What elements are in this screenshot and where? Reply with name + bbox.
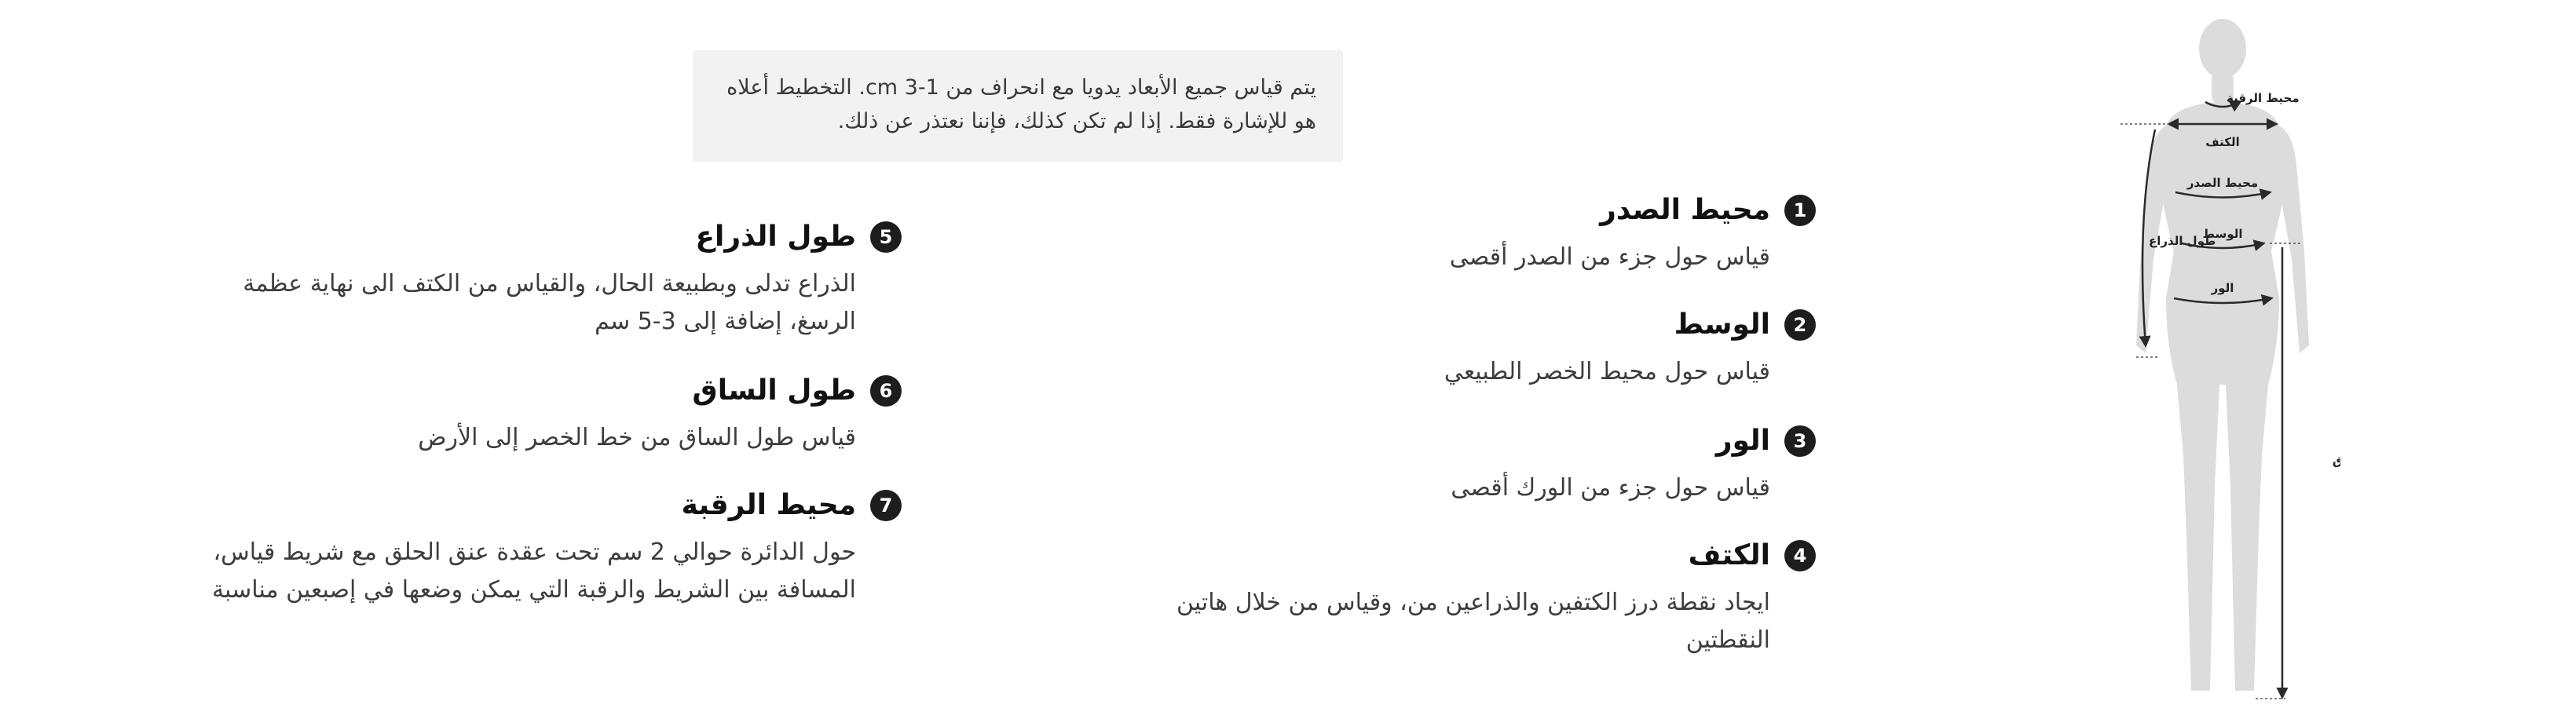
- number-badge: 3: [1784, 425, 1816, 457]
- item-description: حول الدائرة حوالي 2 سم تحت عقدة عنق الحل…: [195, 534, 856, 609]
- item-title: محيط الرقبة: [681, 489, 856, 521]
- hip-label: الور: [2211, 281, 2234, 295]
- item-description-line-2: النقطتين: [1685, 626, 1770, 654]
- item-header: 7 محيط الرقبة: [195, 488, 902, 523]
- leg-length-label: طول الساق: [2333, 454, 2340, 468]
- item-description: قياس طول الساق من خط الخصر إلى الأرض: [418, 424, 856, 451]
- item-description-line-1: الذراع تدلى وبطبيعة الحال، والقياس من ال…: [243, 270, 856, 297]
- item-header: 4 الكتف: [1140, 538, 1816, 573]
- note-line-2: هو للإشارة فقط. إذا لم تكن كذلك، فإننا ن…: [837, 109, 1316, 133]
- number-badge: 5: [870, 221, 902, 253]
- item-header: 5 طول الذراع: [195, 220, 902, 254]
- item-arm-length: 5 طول الذراع الذراع تدلى وبطبيعة الحال، …: [195, 220, 902, 341]
- item-title: الور: [1715, 425, 1770, 457]
- item-description-line-1: حول الدائرة حوالي 2 سم تحت عقدة عنق الحل…: [213, 538, 856, 566]
- item-header: 6 طول الساق: [195, 374, 902, 408]
- item-description-line-2: المسافة بين الشريط والرقبة التي يمكن وضع…: [212, 576, 856, 604]
- measurement-note: يتم قياس جميع الأبعاد يدويا مع انحراف من…: [693, 50, 1343, 162]
- item-title: محيط الصدر: [1600, 194, 1770, 226]
- item-description: قياس حول محيط الخصر الطبيعي: [1444, 358, 1770, 385]
- item-waist: 2 الوسط قياس حول محيط الخصر الطبيعي: [1140, 308, 1816, 391]
- mannequin-illustration: محيط الرقبة الكتف محيط الصدر الوسط الور …: [2120, 19, 2340, 699]
- number-badge: 2: [1784, 309, 1816, 341]
- arm-length-label: طول الذراع: [2149, 234, 2216, 248]
- item-title: طول الساق: [692, 374, 856, 407]
- shoulder-label: الكتف: [2205, 135, 2239, 149]
- size-guide-page: يتم قياس جميع الأبعاد يدويا مع انحراف من…: [0, 0, 2576, 719]
- item-description-line-1: ايجاد نقطة درز الكتفين والذراعين من، وقي…: [1176, 589, 1770, 616]
- item-description-line-2: الرسغ، إضافة إلى 3-5 سم: [595, 308, 856, 335]
- item-hip: 3 الور قياس حول جزء من الورك أقصى: [1140, 424, 1816, 507]
- number-badge: 4: [1784, 540, 1816, 571]
- item-description: ايجاد نقطة درز الكتفين والذراعين من، وقي…: [1140, 584, 1770, 659]
- item-title: الكتف: [1688, 539, 1770, 571]
- body-measurement-figure: محيط الرقبة الكتف محيط الصدر الوسط الور …: [2073, 16, 2340, 706]
- number-badge: 6: [870, 375, 902, 407]
- item-header: 2 الوسط: [1140, 308, 1816, 342]
- item-header: 1 محيط الصدر: [1140, 193, 1816, 228]
- item-title: طول الذراع: [695, 221, 856, 253]
- item-description: قياس حول جزء من الصدر أقصى: [1449, 243, 1770, 271]
- neck-label: محيط الرقبة: [2227, 91, 2300, 105]
- item-shoulder: 4 الكتف ايجاد نقطة درز الكتفين والذراعين…: [1140, 538, 1816, 659]
- item-neck: 7 محيط الرقبة حول الدائرة حوالي 2 سم تحت…: [195, 488, 902, 609]
- note-line-1: يتم قياس جميع الأبعاد يدويا مع انحراف من…: [726, 75, 1316, 100]
- chest-label: محيط الصدر: [2186, 176, 2258, 190]
- item-leg-length: 6 طول الساق قياس طول الساق من خط الخصر إ…: [195, 374, 902, 457]
- number-badge: 7: [870, 490, 902, 521]
- item-description: قياس حول جزء من الورك أقصى: [1451, 474, 1770, 502]
- number-badge: 1: [1784, 195, 1816, 226]
- item-description: الذراع تدلى وبطبيعة الحال، والقياس من ال…: [195, 265, 856, 341]
- item-title: الوسط: [1674, 308, 1770, 341]
- item-header: 3 الور: [1140, 424, 1816, 458]
- item-chest: 1 محيط الصدر قياس حول جزء من الصدر أقصى: [1140, 193, 1816, 276]
